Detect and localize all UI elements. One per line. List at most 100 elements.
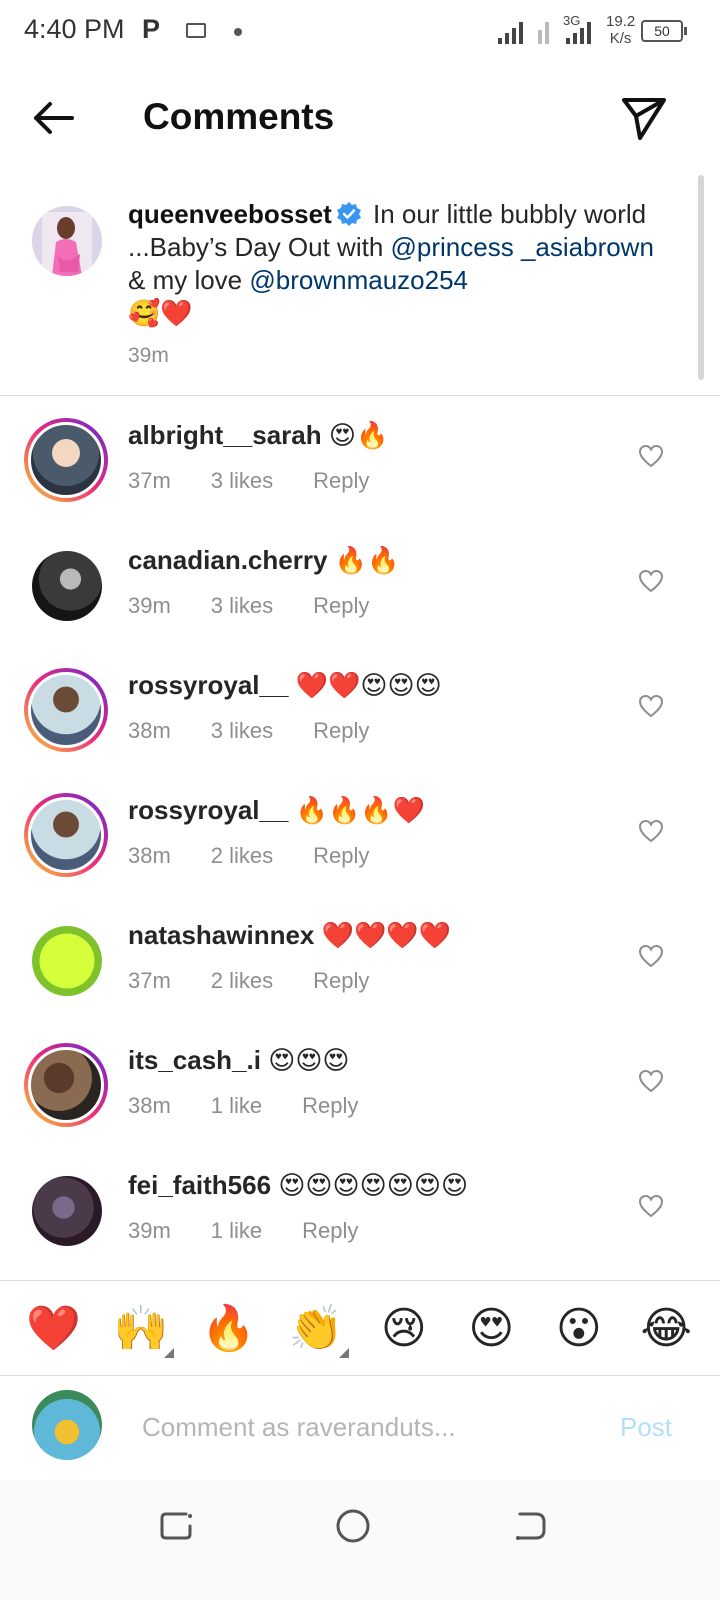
reply-button[interactable]: Reply — [313, 718, 369, 744]
comment-row: canadian.cherry 🔥🔥 39m 3 likes Reply — [0, 521, 720, 646]
emoji-surprised-button[interactable]: 😮 — [544, 1303, 614, 1354]
comment-meta: 38m 1 like Reply — [128, 1093, 358, 1119]
current-user-avatar[interactable] — [32, 1390, 102, 1460]
comment-likes[interactable]: 2 likes — [211, 843, 273, 869]
reply-button[interactable]: Reply — [313, 468, 369, 494]
emoji-crying-button[interactable]: 😢 — [369, 1303, 439, 1354]
comment-likes[interactable]: 1 like — [211, 1093, 262, 1119]
comment-meta: 37m 3 likes Reply — [128, 468, 369, 494]
comment-likes[interactable]: 3 likes — [211, 468, 273, 494]
signal-strength-icon — [498, 20, 523, 44]
comment-text: canadian.cherry 🔥🔥 — [128, 545, 399, 576]
like-heart-icon[interactable] — [638, 694, 664, 718]
emoji-heart-button[interactable]: ❤️ — [19, 1302, 89, 1354]
signal-strength-icon-2 — [566, 20, 591, 44]
comment-likes[interactable]: 1 like — [211, 1218, 262, 1244]
mention-link-1[interactable]: @princess _asiabrown — [391, 232, 654, 262]
comment-likes[interactable]: 2 likes — [211, 968, 273, 994]
avatar[interactable] — [32, 206, 102, 276]
comment-body: ❤️❤️😍😍😍 — [295, 670, 442, 700]
emoji-clap-button[interactable]: 👏 — [281, 1302, 351, 1358]
comment-time: 39m — [128, 1218, 171, 1243]
comment-row: rossyroyal__ 🔥🔥🔥❤️ 38m 2 likes Reply — [0, 771, 720, 896]
comment-username[interactable]: canadian.cherry — [128, 545, 327, 575]
network-speed: 19.2 K/s — [606, 13, 635, 47]
status-bar: 4:40 PM P 3G 19.2 K/s 50 — [0, 0, 720, 64]
post-button[interactable]: Post — [620, 1412, 672, 1443]
comment-username[interactable]: albright__sarah — [128, 420, 322, 450]
p-app-icon: P — [142, 14, 161, 44]
like-heart-icon[interactable] — [638, 444, 664, 468]
comment-body: 😍😍😍😍😍😍😍 — [278, 1170, 469, 1200]
mention-link-2[interactable]: @brownmauzo254 — [249, 265, 468, 295]
emoji-laughing-button[interactable]: 😂 — [631, 1303, 701, 1354]
caption-body-2: & my love — [128, 265, 250, 295]
emoji-fire-button[interactable]: 🔥 — [194, 1302, 264, 1354]
avatar[interactable] — [24, 1043, 108, 1127]
comment-username[interactable]: rossyroyal__ — [128, 795, 288, 825]
comment-row: rossyroyal__ ❤️❤️😍😍😍 38m 3 likes Reply — [0, 646, 720, 771]
comment-composer: Post — [0, 1376, 720, 1480]
like-heart-icon[interactable] — [638, 1194, 664, 1218]
scrollbar[interactable] — [698, 175, 704, 380]
caption-username[interactable]: queenveebosset — [128, 199, 332, 229]
recent-apps-icon[interactable] — [152, 1502, 200, 1550]
reply-button[interactable]: Reply — [302, 1218, 358, 1244]
comment-body: 🔥🔥 — [334, 545, 400, 575]
avatar[interactable] — [24, 793, 108, 877]
avatar[interactable] — [32, 926, 102, 996]
like-heart-icon[interactable] — [638, 1069, 664, 1093]
comment-username[interactable]: natashawinnex — [128, 920, 314, 950]
emoji-bar: ❤️ 🙌 🔥 👏 😢 😍 😮 😂 — [0, 1280, 720, 1376]
comment-time: 38m — [128, 718, 171, 743]
comment-body: 😍😍😍 — [268, 1045, 350, 1075]
like-heart-icon[interactable] — [638, 569, 664, 593]
comment-time: 37m — [128, 968, 171, 993]
reply-button[interactable]: Reply — [302, 1093, 358, 1119]
share-button[interactable] — [618, 92, 670, 144]
avatar[interactable] — [24, 668, 108, 752]
like-heart-icon[interactable] — [638, 944, 664, 968]
comment-text: rossyroyal__ ❤️❤️😍😍😍 — [128, 670, 442, 701]
emoji-heart-eyes-button[interactable]: 😍 — [456, 1303, 526, 1354]
comment-meta: 37m 2 likes Reply — [128, 968, 369, 994]
page-title: Comments — [143, 96, 335, 137]
status-time: 4:40 PM — [24, 14, 125, 44]
comment-time: 39m — [128, 593, 171, 618]
back-arrow-icon — [34, 102, 74, 134]
comment-username[interactable]: rossyroyal__ — [128, 670, 288, 700]
paper-plane-icon — [622, 98, 666, 140]
notification-dot-icon — [234, 28, 242, 36]
comment-meta: 39m 3 likes Reply — [128, 593, 369, 619]
avatar[interactable] — [32, 1176, 102, 1246]
emoji-raised-hands-button[interactable]: 🙌 — [106, 1302, 176, 1358]
comment-username[interactable]: its_cash_.i — [128, 1045, 261, 1075]
skin-tone-indicator-icon — [164, 1348, 175, 1358]
comment-text: albright__sarah 😍🔥 — [128, 420, 388, 451]
home-icon[interactable] — [329, 1502, 377, 1550]
caption-text: queenveebosset In our little bubbly worl… — [128, 198, 668, 330]
comment-body: 😍🔥 — [328, 420, 389, 450]
comment-input[interactable] — [142, 1406, 582, 1448]
post-caption: queenveebosset In our little bubbly worl… — [0, 196, 720, 396]
avatar[interactable] — [24, 418, 108, 502]
comment-username[interactable]: fei_faith566 — [128, 1170, 271, 1200]
network-speed-value: 19.2 — [606, 13, 636, 30]
comment-row: albright__sarah 😍🔥 37m 3 likes Reply — [0, 396, 720, 521]
reply-button[interactable]: Reply — [313, 843, 369, 869]
comment-text: its_cash_.i 😍😍😍 — [128, 1045, 350, 1076]
comment-row: fei_faith566 😍😍😍😍😍😍😍 39m 1 like Reply — [0, 1146, 720, 1271]
reply-button[interactable]: Reply — [313, 968, 369, 994]
caption-emoji: 🥰❤️ — [128, 298, 193, 328]
like-heart-icon[interactable] — [638, 819, 664, 843]
avatar[interactable] — [32, 551, 102, 621]
reply-button[interactable]: Reply — [313, 593, 369, 619]
emoji-clap-glyph: 👏 — [288, 1304, 344, 1353]
comment-text: fei_faith566 😍😍😍😍😍😍😍 — [128, 1170, 468, 1201]
comment-text: natashawinnex ❤️❤️❤️❤️ — [128, 920, 451, 951]
back-nav-icon[interactable] — [506, 1502, 554, 1550]
caption-timestamp: 39m — [128, 344, 169, 367]
comment-likes[interactable]: 3 likes — [211, 593, 273, 619]
back-button[interactable] — [28, 96, 80, 140]
comment-likes[interactable]: 3 likes — [211, 718, 273, 744]
